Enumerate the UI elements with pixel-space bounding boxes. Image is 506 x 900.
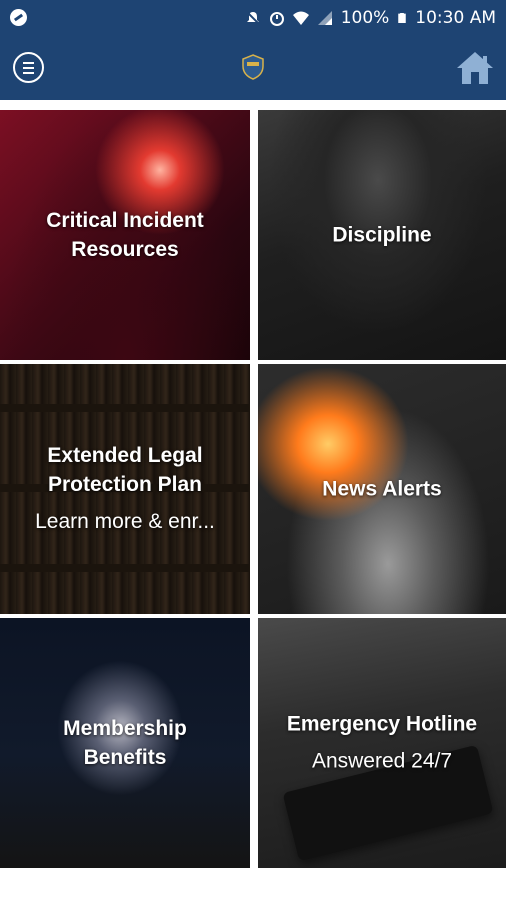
tile-news-alerts[interactable]: News Alerts [258,364,506,614]
tile-title: News Alerts [322,477,442,501]
clock: 10:30 AM [415,8,496,28]
app-bar [0,36,506,100]
tile-title: Extended Legal [47,444,203,467]
tile-title: Membership [63,717,187,740]
tile-title: Benefits [83,746,167,769]
tile-subtitle: Answered 24/7 [311,749,453,773]
tile-title: Emergency Hotline [286,712,478,736]
battery-percent: 100% [340,8,390,28]
tile-extended-legal-protection-plan[interactable]: Extended Legal Protection Plan Learn mor… [0,364,250,614]
tile-label: Emergency Hotline Answered 24/7 [258,710,506,777]
wifi-icon [292,11,309,25]
home-icon[interactable] [456,50,494,86]
battery-icon [398,13,407,23]
tile-label: Discipline [258,221,506,250]
tile-critical-incident-resources[interactable]: Critical Incident Resources [0,110,250,360]
tile-title: Critical Incident [46,209,204,232]
tile-grid: Critical Incident Resources Discipline E… [0,106,506,868]
status-icons: 100% 10:30 AM [245,0,496,36]
app-notification-icon [10,9,27,26]
signal-icon [317,11,332,25]
status-bar: 100% 10:30 AM [0,0,506,36]
tile-label: News Alerts [258,475,506,504]
shelf-decoration [0,564,250,572]
shelf-decoration [0,404,250,412]
tile-title: Discipline [332,223,432,247]
menu-icon[interactable] [13,52,44,83]
tile-subtitle: Learn more & enr... [35,510,215,533]
tile-title: Resources [71,238,179,261]
badge-logo [242,54,264,80]
mute-icon [245,11,260,25]
tile-label: Extended Legal Protection Plan Learn mor… [0,441,250,537]
tile-label: Membership Benefits [0,714,250,772]
tile-label: Critical Incident Resources [0,206,250,264]
tile-title: Protection Plan [47,473,203,496]
tile-discipline[interactable]: Discipline [258,110,506,360]
tile-membership-benefits[interactable]: Membership Benefits [0,618,250,868]
tile-emergency-hotline[interactable]: Emergency Hotline Answered 24/7 [258,618,506,868]
alarm-icon [269,12,284,26]
